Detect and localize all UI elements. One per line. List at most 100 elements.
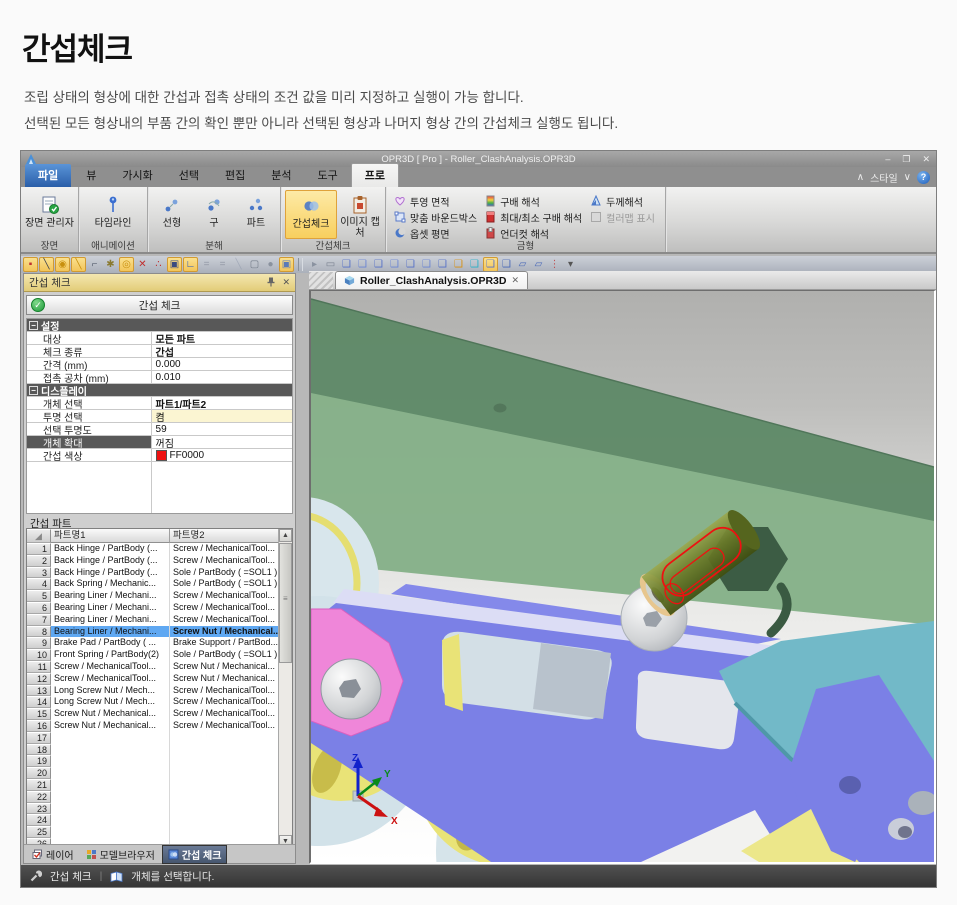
gold-cube-icon[interactable]: ❑ — [451, 257, 466, 272]
minimize-button[interactable]: – — [885, 151, 890, 167]
segment-icon[interactable]: ╲ — [71, 257, 86, 272]
ribbon-tab-선택[interactable]: 선택 — [166, 164, 212, 187]
parts-table-empty-row[interactable]: 20 — [27, 767, 292, 779]
setting-row-clash-color[interactable]: 간섭 색상 FF0000 — [27, 449, 292, 462]
ribbon-tab-뷰[interactable]: 뷰 — [73, 164, 109, 187]
plane-icon[interactable]: ▣ — [167, 257, 182, 272]
viewport-3d[interactable]: Z Y X — [309, 290, 936, 864]
document-tab[interactable]: Roller_ClashAnalysis.OPR3D ✕ — [335, 271, 528, 289]
select-cube-icon[interactable]: ▣ — [279, 257, 294, 272]
measure2-icon[interactable]: = — [215, 257, 230, 272]
iso-cube-4-icon[interactable]: ❑ — [387, 257, 402, 272]
gray-sphere-icon[interactable]: ● — [263, 257, 278, 272]
parts-table-empty-row[interactable]: 18 — [27, 744, 292, 756]
projected-area-button[interactable]: 투영 면적 — [394, 194, 477, 208]
panel-close-icon[interactable]: ✕ — [282, 277, 290, 288]
parts-table-row[interactable]: 7Bearing Liner / Mechani...Screw / Mecha… — [27, 614, 292, 626]
parts-table-row[interactable]: 14Long Screw Nut / Mech...Screw / Mechan… — [27, 696, 292, 708]
iso-cube-7-icon[interactable]: ❑ — [435, 257, 450, 272]
ribbon-tab-프로[interactable]: 프로 — [351, 163, 399, 187]
toolbar-dropdown-icon[interactable]: ▾ — [563, 257, 578, 272]
parts-table-row[interactable]: 4Back Spring / Mechanic...Sole / PartBod… — [27, 578, 292, 590]
parts-table-row[interactable]: 8Bearing Liner / Mechani...Screw Nut / M… — [27, 626, 292, 638]
linear-explode-button[interactable]: 선형 — [152, 190, 192, 239]
ribbon-tab-도구[interactable]: 도구 — [305, 164, 351, 187]
axis-corner-icon[interactable]: ∟ — [183, 257, 198, 272]
wire-cube-1-icon[interactable]: ▱ — [515, 257, 530, 272]
restore-button[interactable]: ❐ — [902, 151, 910, 167]
pin-icon[interactable] — [267, 277, 275, 289]
red-nodes-icon[interactable]: ∴ — [151, 257, 166, 272]
minmax-draft-button[interactable]: 최대/최소 구배 해석 — [485, 210, 582, 224]
ribbon-tab-파일[interactable]: 파일 — [25, 164, 71, 187]
parts-table-empty-row[interactable]: 25 — [27, 826, 292, 838]
run-clash-check-button[interactable]: ✓ 간섭 체크 — [26, 295, 293, 315]
parts-table-empty-row[interactable]: 21 — [27, 779, 292, 791]
parts-table-row[interactable]: 5Bearing Liner / Mechani...Screw / Mecha… — [27, 590, 292, 602]
ribbon-tab-분석[interactable]: 분석 — [258, 164, 304, 187]
fit-boundbox-button[interactable]: 맞춤 바운드박스 — [394, 210, 477, 224]
help-icon[interactable]: ? — [917, 171, 930, 184]
circle-icon[interactable]: ◎ — [119, 257, 134, 272]
parts-table-row[interactable]: 12Screw / MechanicalTool...Screw Nut / M… — [27, 673, 292, 685]
parts-table-row[interactable]: 10Front Spring / PartBody(2)Sole / PartB… — [27, 649, 292, 661]
pointer-icon[interactable]: ▸ — [307, 257, 322, 272]
parts-table-row[interactable]: 2Back Hinge / PartBody (...Screw / Mecha… — [27, 555, 292, 567]
column-header-part2[interactable]: 파트명2 — [170, 529, 283, 543]
scene-manager-button[interactable]: 장면 관리자 — [25, 190, 74, 239]
document-tab-close-icon[interactable]: ✕ — [511, 275, 519, 286]
parts-table-row[interactable]: 1Back Hinge / PartBody (...Screw / Mecha… — [27, 543, 292, 555]
close-button[interactable]: ✕ — [922, 151, 930, 167]
multi-list-icon[interactable]: ⋮ — [547, 257, 562, 272]
iso-cube-2-icon[interactable]: ❑ — [355, 257, 370, 272]
polyline-icon[interactable]: ⌐ — [87, 257, 102, 272]
cyan-cube-icon[interactable]: ❑ — [467, 257, 482, 272]
parts-table-row[interactable]: 9Brake Pad / PartBody ( ...Brake Support… — [27, 637, 292, 649]
line-icon[interactable]: ╲ — [39, 257, 54, 272]
colormap-display-button[interactable]: 컬러맵 표시 — [590, 210, 655, 224]
parts-table-row[interactable]: 6Bearing Liner / Mechani...Screw / Mecha… — [27, 602, 292, 614]
point-icon[interactable]: ▪ — [23, 257, 38, 272]
parts-table-empty-row[interactable]: 23 — [27, 803, 292, 815]
diagonal-icon[interactable]: ╲ — [231, 257, 246, 272]
sphere-nodes-icon[interactable]: ✱ — [103, 257, 118, 272]
circle-point-icon[interactable]: ◉ — [55, 257, 70, 272]
parts-table-row[interactable]: 16Screw Nut / Mechanical...Screw / Mecha… — [27, 720, 292, 732]
gray-box-icon[interactable]: ▢ — [247, 257, 262, 272]
style-chevron-down-icon[interactable]: ∨ — [904, 172, 911, 183]
parts-table-empty-row[interactable]: 22 — [27, 791, 292, 803]
scroll-up-icon[interactable]: ▲ — [279, 529, 292, 542]
measure1-icon[interactable]: = — [199, 257, 214, 272]
iso-cube-1-icon[interactable]: ❑ — [339, 257, 354, 272]
tab-clash-check[interactable]: 간섭 체크 — [162, 845, 228, 864]
parts-table-scrollbar[interactable]: ▲ ▼ — [278, 529, 292, 848]
parts-table-row[interactable]: 11Screw / MechanicalTool...Screw Nut / M… — [27, 661, 292, 673]
rect-view-icon[interactable]: ▭ — [323, 257, 338, 272]
scroll-thumb[interactable] — [279, 543, 292, 663]
wire-cube-2-icon[interactable]: ▱ — [531, 257, 546, 272]
ribbon-tab-편집[interactable]: 편집 — [212, 164, 258, 187]
tab-layers[interactable]: 레이어 — [27, 846, 79, 863]
column-header-part1[interactable]: 파트명1 — [51, 529, 170, 543]
ribbon-tab-가시화[interactable]: 가시화 — [109, 164, 165, 187]
style-dropdown[interactable]: 스타일 — [870, 170, 898, 185]
parts-table-empty-row[interactable]: 17 — [27, 732, 292, 744]
part-explode-button[interactable]: 파트 — [236, 190, 276, 239]
parts-table-row[interactable]: 3Back Hinge / PartBody (...Sole / PartBo… — [27, 567, 292, 579]
parts-table-row[interactable]: 15Screw Nut / Mechanical...Screw / Mecha… — [27, 708, 292, 720]
parts-table-row[interactable]: 13Long Screw Nut / Mech...Screw / Mechan… — [27, 685, 292, 697]
parts-table-empty-row[interactable]: 19 — [27, 755, 292, 767]
iso-cube-3-icon[interactable]: ❑ — [371, 257, 386, 272]
clash-check-button[interactable]: 간섭체크 — [285, 190, 337, 239]
iso-cube-5-icon[interactable]: ❑ — [403, 257, 418, 272]
highlight-cube-icon[interactable]: ❑ — [483, 257, 498, 272]
thickness-analysis-button[interactable]: 두께해석 — [590, 194, 655, 208]
sphere-explode-button[interactable]: 구 — [194, 190, 234, 239]
image-capture-button[interactable]: 이미지 캡처 — [339, 190, 381, 239]
collapse-ribbon-icon[interactable]: ∧ — [857, 172, 864, 183]
red-cross-nodes-icon[interactable]: ✕ — [135, 257, 150, 272]
timeline-button[interactable]: 타임라인 — [87, 190, 139, 239]
parts-table-empty-row[interactable]: 24 — [27, 814, 292, 826]
corner-sort-icon[interactable]: ◢ — [27, 529, 51, 543]
iso-cube-6-icon[interactable]: ❑ — [419, 257, 434, 272]
